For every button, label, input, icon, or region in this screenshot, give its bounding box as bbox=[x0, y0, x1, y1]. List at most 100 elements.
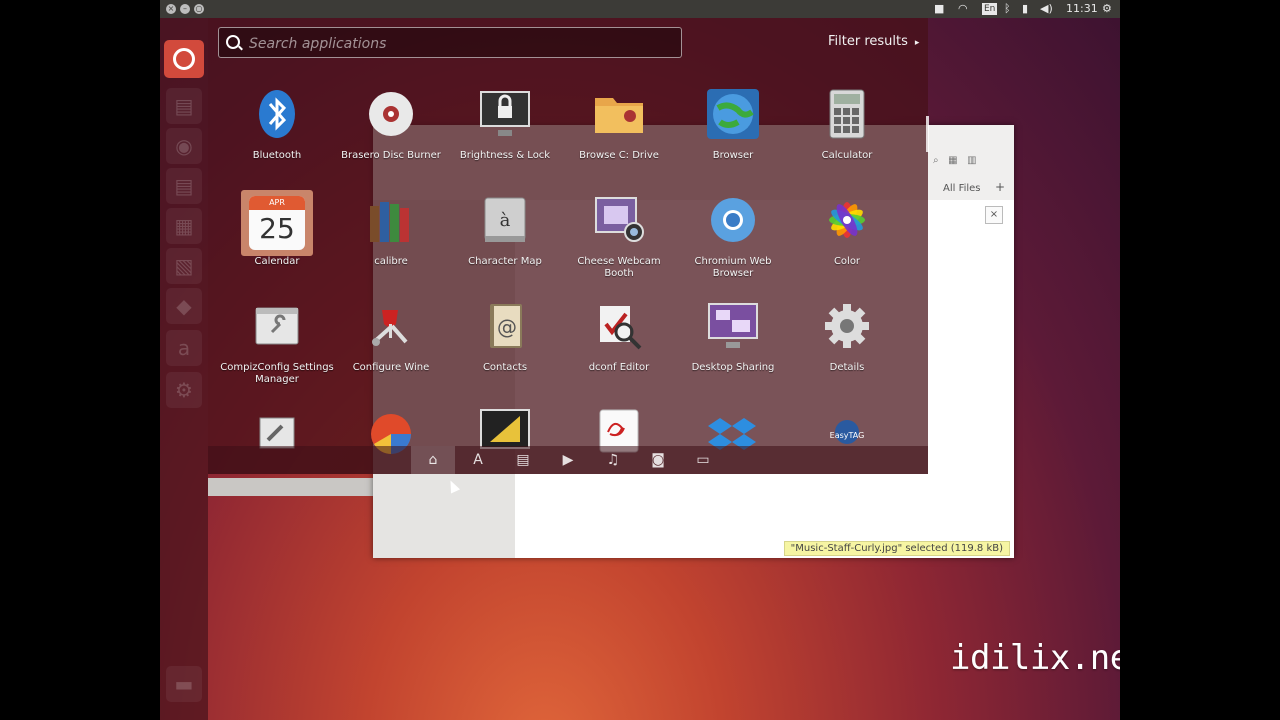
filter-results-button[interactable]: Filter results ▸ bbox=[828, 34, 919, 49]
app-tile[interactable]: à Character Map bbox=[448, 192, 562, 292]
app-label: Chromium Web Browser bbox=[694, 256, 772, 279]
clock[interactable]: 11:31 bbox=[1066, 2, 1098, 16]
wine-icon bbox=[362, 298, 420, 354]
calendar-month: APR bbox=[249, 196, 305, 210]
writer-icon[interactable]: ▤ bbox=[166, 168, 202, 204]
app-tile[interactable]: Bluetooth bbox=[220, 86, 334, 186]
app-label: Browse C: Drive bbox=[579, 150, 659, 161]
social-icon[interactable]: ▭ bbox=[681, 446, 725, 474]
launcher: ▤ ◉ ▤ ▦ ▧ ◆ a ⚙ ▬ bbox=[160, 18, 208, 720]
app-tile[interactable]: APR 25 Calendar bbox=[220, 190, 334, 292]
app-tile[interactable]: @ Contacts bbox=[448, 298, 562, 398]
monitor-lock-icon bbox=[476, 86, 534, 142]
app-label: dconf Editor bbox=[588, 362, 650, 373]
add-button[interactable]: + bbox=[995, 180, 1005, 194]
search-box bbox=[218, 27, 682, 59]
app-label: Character Map bbox=[468, 256, 542, 267]
settings-launcher-icon[interactable]: ⚙ bbox=[166, 372, 202, 408]
app-tile[interactable]: dconf Editor bbox=[562, 298, 676, 398]
lens-bar: ⌂ A ▤ ▶ ♫ ◙ ▭ bbox=[208, 446, 928, 474]
app-tile[interactable]: calibre bbox=[334, 192, 448, 292]
music-icon[interactable]: ♫ bbox=[591, 446, 635, 474]
calendar-icon: APR 25 bbox=[241, 190, 313, 256]
dash-overlay: Filter results ▸ Bluetooth Brasero Disc B… bbox=[208, 18, 929, 474]
desktop: ⌕ ▦ ▥ All Files + × "Music-Staff-Curly.j… bbox=[160, 0, 1120, 720]
globe-icon bbox=[704, 86, 762, 142]
impress-icon[interactable]: ▧ bbox=[166, 248, 202, 284]
svg-text:@: @ bbox=[497, 315, 517, 339]
video-icon[interactable]: ▶ bbox=[546, 446, 590, 474]
app-tile[interactable]: Brightness & Lock bbox=[448, 86, 562, 186]
app-tile[interactable]: Browse C: Drive bbox=[562, 86, 676, 186]
volume-icon[interactable]: ◀) bbox=[1040, 2, 1053, 16]
search-icon bbox=[226, 35, 240, 49]
app-tile[interactable]: Details bbox=[790, 298, 904, 398]
filter-results-label: Filter results bbox=[828, 34, 908, 49]
webcam-icon bbox=[590, 192, 648, 248]
trash-icon[interactable]: ▬ bbox=[166, 666, 202, 702]
file-filter[interactable]: All Files bbox=[943, 183, 981, 194]
app-tile[interactable]: Color bbox=[790, 192, 904, 292]
photo-icon[interactable]: ◙ bbox=[636, 446, 680, 474]
app-tile[interactable]: Brasero Disc Burner bbox=[334, 86, 448, 186]
app-tile[interactable]: Chromium Web Browser bbox=[676, 192, 790, 292]
app-tile[interactable]: Calculator bbox=[790, 86, 904, 186]
gear-icon bbox=[818, 298, 876, 354]
color-icon bbox=[818, 192, 876, 248]
desktop-sharing-icon bbox=[704, 298, 762, 354]
app-label: calibre bbox=[374, 256, 408, 267]
character-map-icon: à bbox=[476, 192, 534, 248]
app-tile[interactable]: Desktop Sharing bbox=[676, 298, 790, 398]
top-panel: × – ○ ■ ◠ En ᛒ ▮ ◀) 11:31 ⚙ bbox=[160, 0, 1120, 18]
app-label: Desktop Sharing bbox=[691, 362, 775, 373]
wifi-icon[interactable]: ◠ bbox=[958, 2, 968, 16]
app-label: Details bbox=[829, 362, 865, 373]
camera-icon[interactable]: ■ bbox=[934, 2, 944, 16]
disc-icon bbox=[362, 86, 420, 142]
app-label: Calendar bbox=[254, 256, 300, 267]
svg-text:EasyTAG: EasyTAG bbox=[830, 431, 865, 440]
files-icon[interactable]: ▤ bbox=[501, 446, 545, 474]
dconf-icon bbox=[590, 298, 648, 354]
app-tile[interactable]: Browser bbox=[676, 86, 790, 186]
compiz-icon bbox=[248, 298, 306, 354]
window-maximize-button[interactable]: ○ bbox=[194, 4, 204, 14]
dash-home-icon[interactable] bbox=[164, 40, 204, 78]
gear-icon[interactable]: ⚙ bbox=[1102, 2, 1112, 16]
calendar-day: 25 bbox=[259, 212, 295, 245]
close-icon[interactable]: × bbox=[985, 206, 1003, 224]
app-label: CompizConfig Settings Manager bbox=[220, 362, 334, 385]
files-launcher-icon[interactable]: ▤ bbox=[166, 88, 202, 124]
app-tile[interactable]: CompizConfig Settings Manager bbox=[220, 298, 334, 398]
app-label: Brasero Disc Burner bbox=[341, 150, 441, 161]
app-label: Bluetooth bbox=[252, 150, 302, 161]
app-label: Calculator bbox=[821, 150, 873, 161]
chevron-right-icon: ▸ bbox=[912, 38, 920, 48]
bluetooth-icon[interactable]: ᛒ bbox=[1004, 2, 1011, 16]
bluetooth-icon bbox=[248, 86, 306, 142]
calc-icon[interactable]: ▦ bbox=[166, 208, 202, 244]
folder-icon bbox=[590, 86, 648, 142]
window-close-button[interactable]: × bbox=[166, 4, 176, 14]
app-tile[interactable]: Cheese Webcam Booth bbox=[562, 192, 676, 292]
app-label: Configure Wine bbox=[352, 362, 430, 373]
app-label: Cheese Webcam Booth bbox=[577, 256, 661, 279]
app-label: Color bbox=[833, 256, 861, 267]
watermark: idilix.net bbox=[950, 638, 1120, 678]
scrollbar[interactable] bbox=[926, 116, 929, 152]
app-label: Browser bbox=[712, 150, 754, 161]
firefox-icon[interactable]: ◉ bbox=[166, 128, 202, 164]
app-tile[interactable]: Configure Wine bbox=[334, 298, 448, 398]
view-toggle-icons[interactable]: ⌕ ▦ ▥ bbox=[933, 155, 977, 166]
contacts-icon: @ bbox=[476, 298, 534, 354]
battery-icon[interactable]: ▮ bbox=[1022, 2, 1028, 16]
chromium-icon bbox=[704, 192, 762, 248]
window-minimize-button[interactable]: – bbox=[180, 4, 190, 14]
applications-icon[interactable]: A bbox=[456, 446, 500, 474]
amazon-icon[interactable]: a bbox=[166, 330, 202, 366]
home-icon[interactable]: ⌂ bbox=[411, 446, 455, 474]
software-center-icon[interactable]: ◆ bbox=[166, 288, 202, 324]
keyboard-layout[interactable]: En bbox=[982, 3, 998, 15]
app-label: Brightness & Lock bbox=[459, 150, 551, 161]
search-input[interactable] bbox=[247, 28, 671, 59]
